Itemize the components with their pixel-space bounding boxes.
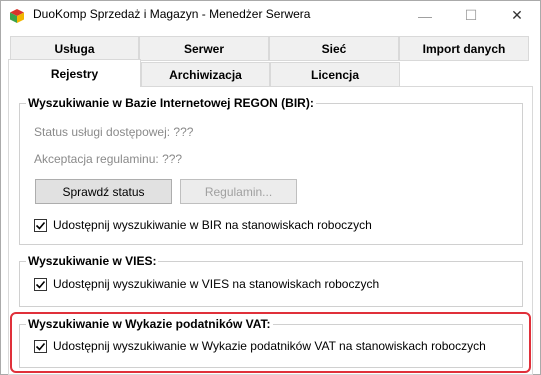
tab-import-danych[interactable]: Import danych	[399, 36, 529, 61]
checkbox-checked-icon[interactable]	[34, 277, 47, 291]
check-status-button[interactable]: Sprawdź status	[35, 179, 172, 204]
vies-group: Wyszukiwanie w VIES: Udostępnij wyszukiw…	[19, 254, 523, 307]
tab-licencja[interactable]: Licencja	[270, 62, 400, 87]
vies-group-title: Wyszukiwanie w VIES:	[26, 254, 159, 268]
title-bar: DuoKomp Sprzedaż i Magazyn - Menedżer Se…	[1, 1, 540, 30]
vies-share-label: Udostępnij wyszukiwanie w VIES na stanow…	[53, 277, 380, 291]
bir-status-text: Status usługi dostępowej: ???	[34, 125, 194, 139]
bir-group-title: Wyszukiwanie w Bazie Internetowej REGON …	[26, 96, 316, 110]
tab-rejestry[interactable]: Rejestry	[8, 59, 141, 87]
app-logo-icon	[9, 8, 25, 24]
window-title: DuoKomp Sprzedaż i Magazyn - Menedżer Se…	[33, 7, 311, 21]
checkbox-checked-icon[interactable]	[34, 218, 47, 232]
tab-archiwizacja[interactable]: Archiwizacja	[141, 62, 270, 87]
bir-share-label: Udostępnij wyszukiwanie w BIR na stanowi…	[53, 218, 372, 232]
minimize-button[interactable]: —	[402, 1, 448, 30]
close-button[interactable]: ✕	[494, 1, 540, 30]
bir-group: Wyszukiwanie w Bazie Internetowej REGON …	[19, 96, 523, 245]
bir-terms-text: Akceptacja regulaminu: ???	[34, 152, 183, 166]
vat-highlight-frame	[10, 312, 531, 373]
bir-share-checkbox[interactable]: Udostępnij wyszukiwanie w BIR na stanowi…	[34, 218, 372, 232]
vies-share-checkbox[interactable]: Udostępnij wyszukiwanie w VIES na stanow…	[34, 277, 379, 291]
tab-usluga[interactable]: Usługa	[10, 36, 139, 61]
maximize-button[interactable]: ☐	[448, 1, 494, 30]
tab-serwer[interactable]: Serwer	[139, 36, 269, 61]
app-window: DuoKomp Sprzedaż i Magazyn - Menedżer Se…	[0, 0, 541, 375]
tab-siec[interactable]: Sieć	[269, 36, 399, 61]
terms-button[interactable]: Regulamin...	[180, 179, 297, 204]
